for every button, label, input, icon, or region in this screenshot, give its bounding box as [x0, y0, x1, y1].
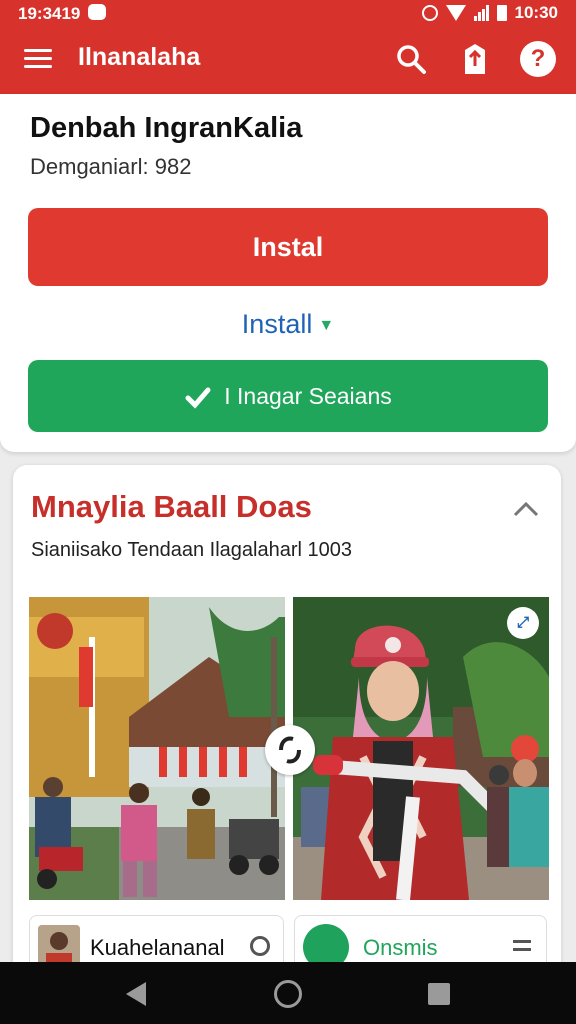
install-button[interactable]: Instal: [28, 208, 548, 286]
status-icons: 10:30: [421, 3, 558, 23]
app-name: Denbah IngranKalia: [30, 112, 303, 144]
recents-icon[interactable]: [428, 983, 450, 1005]
alarm-icon: [421, 5, 438, 21]
system-nav-bar: [0, 962, 576, 1024]
manage-button[interactable]: I Inagar Seaians: [28, 360, 548, 432]
gallery-card: Mnaylia Baall Doas Sianiisako Tendaan Il…: [13, 465, 561, 985]
app-bar: Ilnanalaha ?: [0, 26, 576, 94]
carousel-swap-icon[interactable]: [265, 725, 315, 775]
gallery-photo-street[interactable]: [29, 597, 285, 900]
notification-icon: [88, 4, 106, 20]
wifi-icon: [445, 5, 466, 21]
install-link-label: Install: [241, 309, 313, 339]
status-bar: 19:3419 10:30: [0, 0, 576, 26]
status-time: 19:3419: [18, 4, 81, 23]
app-title: Ilnanalaha: [78, 43, 201, 71]
help-icon[interactable]: ?: [520, 41, 556, 77]
manage-button-label: I Inagar Seaians: [224, 383, 392, 409]
expand-photo-icon[interactable]: ⤢: [507, 607, 539, 639]
checkmark-icon: [185, 387, 211, 409]
gear-icon[interactable]: [250, 936, 270, 956]
home-icon[interactable]: [274, 980, 302, 1008]
avatar: [38, 925, 80, 967]
install-link[interactable]: Install ▼: [28, 298, 548, 350]
tile-profile-label: Kuahelananal: [90, 935, 225, 960]
gallery-subtitle: Sianiisako Tendaan Ilagalaharl 1003: [31, 539, 352, 561]
gallery-photo-cyclist[interactable]: [293, 597, 549, 900]
battery-icon: [496, 5, 507, 21]
gallery-title: Mnaylia Baall Doas: [31, 489, 312, 524]
status-clock: 10:30: [514, 3, 558, 22]
menu-icon[interactable]: [24, 45, 52, 73]
app-card: Denbah IngranKalia Demganiarl: 982 Insta…: [0, 94, 576, 452]
back-icon[interactable]: [126, 982, 146, 1006]
signal-icon: [473, 5, 489, 21]
tile-options-label: Onsmis: [363, 935, 438, 960]
chevron-down-icon: ▼: [318, 316, 335, 334]
share-icon[interactable]: [461, 42, 489, 76]
menu-lines-icon[interactable]: [513, 940, 531, 956]
chevron-up-icon[interactable]: [513, 499, 539, 519]
search-icon[interactable]: [394, 42, 428, 76]
app-downloads: Demganiarl: 982: [30, 154, 192, 179]
